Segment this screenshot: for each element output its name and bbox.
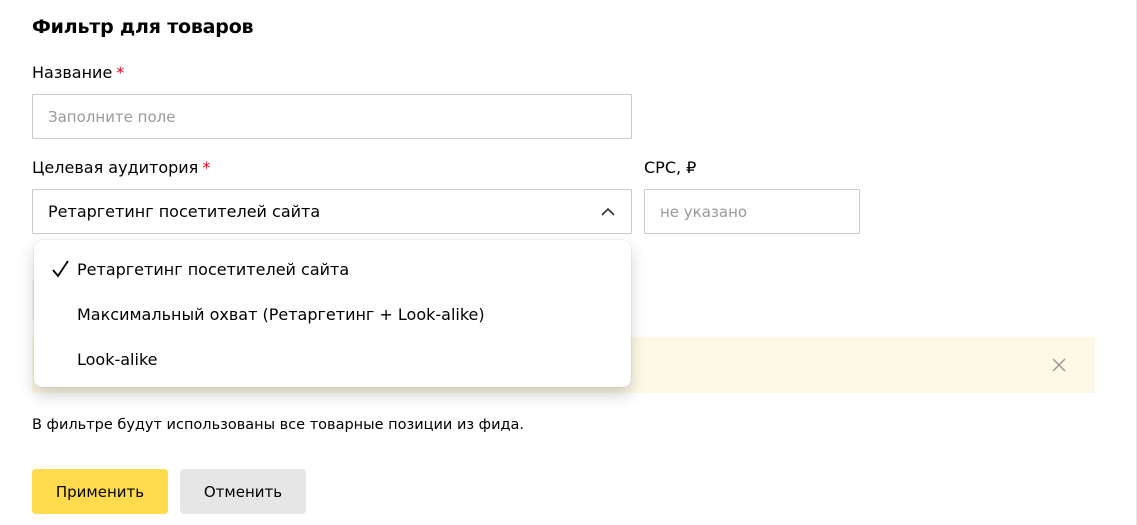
check-icon [51,259,71,279]
audience-label-text: Целевая аудитория [32,158,199,177]
cpc-input[interactable]: не указано [644,189,860,234]
form-title: Фильтр для товаров [32,16,254,38]
name-input[interactable]: Заполните поле [32,94,632,139]
audience-dropdown-menu: Ретаргетинг посетителей сайта Максимальн… [34,240,631,387]
cpc-label: CPC, ₽ [644,158,697,177]
audience-select[interactable]: Ретаргетинг посетителей сайта [32,189,632,234]
dropdown-option-label: Максимальный охват (Ретаргетинг + Look-a… [77,305,485,324]
name-label-text: Название [32,63,113,82]
required-mark: * [202,158,211,177]
info-text: В фильтре будут использованы все товарны… [32,417,525,433]
required-mark: * [116,63,125,82]
name-label: Название * [32,63,124,82]
dropdown-option-label: Ретаргетинг посетителей сайта [77,260,350,279]
cancel-button[interactable]: Отменить [180,469,306,514]
audience-select-value: Ретаргетинг посетителей сайта [48,202,321,221]
dropdown-option-look-alike[interactable]: Look-alike [34,337,631,382]
apply-button[interactable]: Применить [32,469,168,514]
dropdown-option-max-reach[interactable]: Максимальный охват (Ретаргетинг + Look-a… [34,292,631,337]
audience-label: Целевая аудитория * [32,158,210,177]
dropdown-option-retargeting[interactable]: Ретаргетинг посетителей сайта [34,247,631,292]
close-icon[interactable] [1045,351,1073,379]
cpc-input-placeholder: не указано [660,202,748,221]
dropdown-option-label: Look-alike [77,350,158,369]
name-input-placeholder: Заполните поле [48,107,176,126]
filter-form: Фильтр для товаров Название * Заполните п… [0,0,1137,525]
chevron-up-icon[interactable] [600,204,616,220]
